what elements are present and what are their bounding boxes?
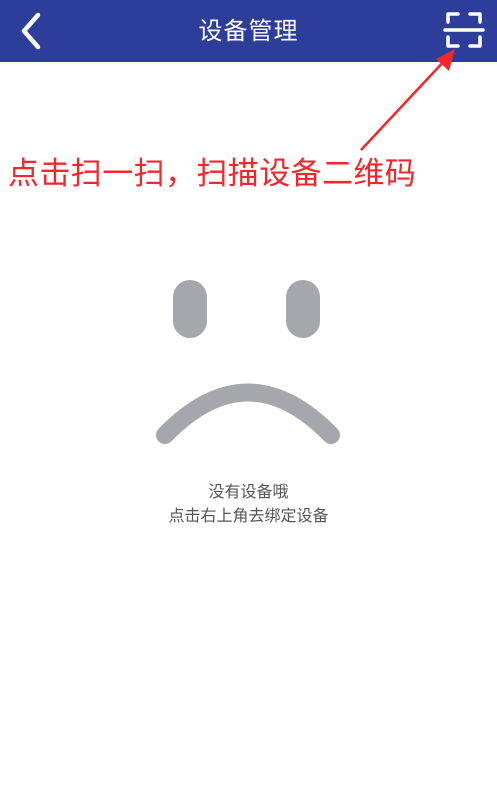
scan-button[interactable]	[438, 6, 490, 56]
sad-face-icon	[156, 280, 340, 444]
scan-frame-icon	[443, 12, 485, 48]
annotation-text: 点击扫一扫，扫描设备二维码	[8, 156, 417, 192]
top-bar: 设备管理	[0, 0, 497, 62]
empty-state-line-2: 点击右上角去绑定设备	[168, 506, 329, 525]
page-title: 设备管理	[198, 17, 299, 45]
chevron-left-icon	[21, 12, 41, 50]
empty-state-line-1: 没有设备哦	[208, 482, 289, 501]
empty-state-message: 没有设备哦 点击右上角去绑定设备	[0, 480, 497, 528]
back-button[interactable]	[10, 6, 56, 56]
